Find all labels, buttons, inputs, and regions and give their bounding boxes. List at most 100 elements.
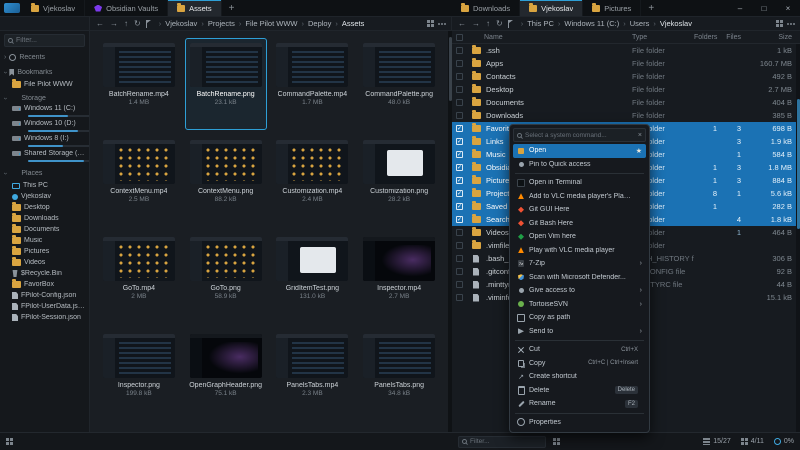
file-tile[interactable]: ContextMenu.mp4 2.5 MB xyxy=(98,135,180,227)
sidebar-item[interactable]: › Shared Storage (T:) xyxy=(0,150,89,165)
breadcrumb-item[interactable]: This PC xyxy=(517,19,554,28)
list-filter[interactable] xyxy=(458,436,546,448)
tab[interactable]: Assets xyxy=(168,0,222,16)
file-tile[interactable]: Customization.mp4 2.4 MB xyxy=(272,135,354,227)
sidebar-item[interactable]: › Recents xyxy=(0,51,89,64)
file-tile[interactable]: ContextMenu.png 88.2 kB xyxy=(185,135,267,227)
breadcrumb-item[interactable]: Vjekoslav xyxy=(155,19,198,28)
sidebar-item[interactable]: › Windows 8 (I:) xyxy=(0,135,89,150)
row-checkbox[interactable] xyxy=(456,294,463,301)
menu-item[interactable]: Send to xyxy=(513,325,646,339)
sidebar-item[interactable]: › File Pilot WWW xyxy=(0,79,89,90)
sidebar-item[interactable]: › Pictures xyxy=(0,246,89,257)
file-row[interactable]: Contacts File folder 492 B xyxy=(452,70,800,83)
back-icon[interactable]: ← xyxy=(95,20,105,28)
sidebar-item[interactable]: › Storage xyxy=(0,92,89,105)
row-checkbox[interactable] xyxy=(456,268,463,275)
sidebar-item[interactable]: › Music xyxy=(0,235,89,246)
filter-options-icon[interactable] xyxy=(553,438,560,445)
menu-item[interactable]: Open in Terminal xyxy=(513,176,646,190)
file-row[interactable]: Desktop File folder 2.7 MB xyxy=(452,83,800,96)
more-options-icon[interactable] xyxy=(438,23,440,25)
row-checkbox[interactable] xyxy=(456,73,463,80)
list-filter-input[interactable] xyxy=(470,438,542,445)
column-name[interactable]: Name xyxy=(484,34,632,41)
tab[interactable]: Downloads xyxy=(452,0,520,16)
row-checkbox[interactable] xyxy=(456,112,463,119)
sidebar-item[interactable]: › $Recycle.Bin xyxy=(0,268,89,279)
breadcrumb-item[interactable]: Vjekoslav xyxy=(649,19,692,28)
sidebar-item[interactable]: › Places xyxy=(0,167,89,180)
row-checkbox[interactable] xyxy=(456,60,463,67)
sidebar-item[interactable]: › Downloads xyxy=(0,213,89,224)
menu-item[interactable]: Copy as path xyxy=(513,311,646,325)
file-tile[interactable]: CommandPalette.mp4 1.7 MB xyxy=(272,38,354,130)
sidebar-item[interactable]: › Vjekoslav xyxy=(0,191,89,202)
file-row[interactable]: Apps File folder 160.7 MB xyxy=(452,57,800,70)
sidebar-item[interactable]: › FavorBox xyxy=(0,279,89,290)
file-row[interactable]: Documents File folder 404 B xyxy=(452,96,800,109)
menu-item[interactable]: Give access to xyxy=(513,284,646,298)
bookmark-icon[interactable] xyxy=(146,20,151,28)
sidebar-item[interactable]: › FPilot-Config.json xyxy=(0,290,89,301)
file-tile[interactable]: CommandPalette.png 48.0 kB xyxy=(358,38,440,130)
menu-item[interactable]: Play with VLC media player xyxy=(513,244,646,258)
row-checkbox[interactable] xyxy=(456,138,463,145)
menu-item[interactable]: Git GUI Here xyxy=(513,203,646,217)
sidebar-item[interactable]: › FPilot-Session.json xyxy=(0,312,89,323)
row-checkbox[interactable] xyxy=(456,203,463,210)
breadcrumb-item[interactable]: File Pilot WWW xyxy=(235,19,298,28)
breadcrumb-item[interactable]: Projects xyxy=(197,19,235,28)
breadcrumb-item[interactable]: Users xyxy=(619,19,649,28)
row-checkbox[interactable] xyxy=(456,151,463,158)
column-size[interactable]: Size xyxy=(746,34,792,41)
new-tab-button[interactable]: + xyxy=(222,0,242,16)
command-search[interactable]: × xyxy=(513,128,646,142)
tab[interactable]: Pictures xyxy=(583,0,641,16)
file-tile[interactable]: PanelsTabs.png 34.8 kB xyxy=(358,329,440,421)
column-folders[interactable]: Folders xyxy=(694,34,722,41)
forward-icon[interactable]: → xyxy=(471,20,481,28)
column-files[interactable]: Files xyxy=(722,34,746,41)
file-tile[interactable]: PanelsTabs.mp4 2.3 MB xyxy=(272,329,354,421)
column-type[interactable]: Type xyxy=(632,34,694,41)
view-grid-icon[interactable] xyxy=(427,20,434,27)
right-pane-scrollbar[interactable] xyxy=(796,44,800,432)
row-checkbox[interactable] xyxy=(456,99,463,106)
row-checkbox[interactable] xyxy=(456,47,463,54)
file-tile[interactable]: Inspector.mp4 2.7 MB xyxy=(358,232,440,324)
minimize-button[interactable]: – xyxy=(728,0,752,16)
file-tile[interactable]: BatchRename.mp4 1.4 MB xyxy=(98,38,180,130)
menu-item[interactable]: TortoiseSVN xyxy=(513,298,646,312)
menu-item[interactable]: Scan with Microsoft Defender... xyxy=(513,271,646,285)
menu-item[interactable]: Add to VLC media player's Playlist xyxy=(513,190,646,204)
row-checkbox[interactable] xyxy=(456,242,463,249)
sidebar-item[interactable]: › FPilot-UserData.json xyxy=(0,301,89,312)
file-tile[interactable]: Inspector.png 199.8 kB xyxy=(98,329,180,421)
maximize-button[interactable]: □ xyxy=(752,0,776,16)
menu-item[interactable]: Pin to Quick access xyxy=(513,158,646,172)
menu-item[interactable]: Open ★ xyxy=(513,144,646,158)
sidebar-item[interactable]: › Desktop xyxy=(0,202,89,213)
row-checkbox[interactable] xyxy=(456,216,463,223)
sidebar-item[interactable]: › Windows 11 (C:) xyxy=(0,105,89,120)
menu-item[interactable]: Cut Ctrl+X xyxy=(513,343,646,357)
breadcrumb-item[interactable]: Windows 11 (C:) xyxy=(554,19,619,28)
file-row[interactable]: .ssh File folder 1 kB xyxy=(452,44,800,57)
menu-item[interactable]: Copy Ctrl+C | Ctrl+Insert xyxy=(513,357,646,371)
refresh-icon[interactable]: ↻ xyxy=(133,20,142,28)
close-icon[interactable]: × xyxy=(638,132,642,139)
refresh-icon[interactable]: ↻ xyxy=(495,20,504,28)
menu-item[interactable]: Properties xyxy=(513,416,646,430)
row-checkbox[interactable] xyxy=(456,86,463,93)
sidebar-item[interactable]: › Bookmarks xyxy=(0,66,89,79)
bookmark-icon[interactable] xyxy=(508,20,513,28)
file-row[interactable]: Downloads File folder 385 B xyxy=(452,109,800,122)
up-icon[interactable]: ↑ xyxy=(123,20,129,28)
menu-item[interactable]: Git Bash Here xyxy=(513,217,646,231)
menu-item[interactable]: Create shortcut xyxy=(513,370,646,384)
breadcrumb-item[interactable]: Assets xyxy=(331,19,364,28)
new-tab-button[interactable]: + xyxy=(641,0,661,16)
menu-item[interactable]: 7-Zip xyxy=(513,257,646,271)
scrollbar-thumb[interactable] xyxy=(797,99,800,229)
